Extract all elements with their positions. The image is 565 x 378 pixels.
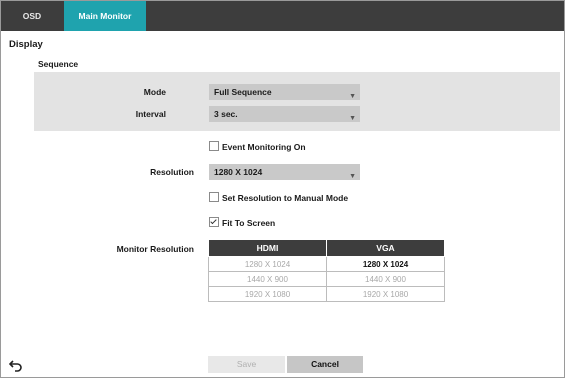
sequence-panel: [34, 72, 560, 131]
checkbox-checked-icon: [209, 217, 219, 227]
mode-dropdown[interactable]: Full Sequence ▼: [209, 84, 360, 100]
chevron-down-icon: ▼: [349, 93, 356, 100]
mode-label: Mode: [143, 87, 166, 97]
resolution-cell[interactable]: 1440 X 900: [326, 271, 445, 287]
resolution-dropdown-value: 1280 X 1024: [214, 167, 263, 177]
table-row: 1440 X 900 1440 X 900: [208, 271, 445, 287]
resolution-cell[interactable]: 1920 X 1080: [326, 286, 445, 302]
table-row: 1280 X 1024 1280 X 1024: [208, 256, 445, 272]
interval-dropdown[interactable]: 3 sec. ▼: [209, 106, 360, 122]
tab-bar: OSD Main Monitor: [1, 1, 564, 31]
checkbox-icon: [209, 192, 219, 202]
chevron-down-icon: ▼: [349, 115, 356, 122]
manual-mode-label: Set Resolution to Manual Mode: [222, 193, 349, 203]
section-title-display: Display: [9, 39, 43, 50]
column-header-vga: VGA: [326, 239, 445, 257]
resolution-dropdown[interactable]: 1280 X 1024 ▼: [209, 164, 360, 180]
mode-dropdown-value: Full Sequence: [214, 87, 272, 97]
interval-dropdown-value: 3 sec.: [214, 109, 238, 119]
settings-window: OSD Main Monitor Display Sequence Mode F…: [0, 0, 565, 378]
resolution-cell[interactable]: 1440 X 900: [208, 271, 327, 287]
column-header-hdmi: HDMI: [208, 239, 327, 257]
subsection-title-sequence: Sequence: [38, 59, 79, 69]
table-row: 1920 X 1080 1920 X 1080: [208, 286, 445, 302]
monitor-resolution-label: Monitor Resolution: [116, 244, 194, 254]
back-arrow-icon[interactable]: [8, 358, 23, 372]
event-monitoring-label: Event Monitoring On: [222, 142, 306, 152]
resolution-cell[interactable]: 1280 X 1024: [208, 256, 327, 272]
resolution-cell-selected[interactable]: 1280 X 1024: [326, 256, 445, 272]
fit-to-screen-label: Fit To Screen: [222, 218, 276, 228]
tab-main-monitor[interactable]: Main Monitor: [64, 1, 146, 31]
save-button[interactable]: Save: [208, 356, 285, 373]
fit-to-screen-checkbox[interactable]: Fit To Screen: [209, 217, 275, 229]
cancel-button[interactable]: Cancel: [287, 356, 363, 373]
monitor-resolution-table: HDMI VGA 1280 X 1024 1280 X 1024 1440 X …: [208, 239, 445, 302]
manual-mode-checkbox[interactable]: Set Resolution to Manual Mode: [209, 192, 348, 204]
interval-label: Interval: [135, 109, 166, 119]
checkbox-icon: [209, 141, 219, 151]
resolution-cell[interactable]: 1920 X 1080: [208, 286, 327, 302]
event-monitoring-checkbox[interactable]: Event Monitoring On: [209, 141, 306, 153]
resolution-label: Resolution: [150, 167, 194, 177]
chevron-down-icon: ▼: [349, 173, 356, 180]
tab-osd[interactable]: OSD: [1, 1, 63, 31]
